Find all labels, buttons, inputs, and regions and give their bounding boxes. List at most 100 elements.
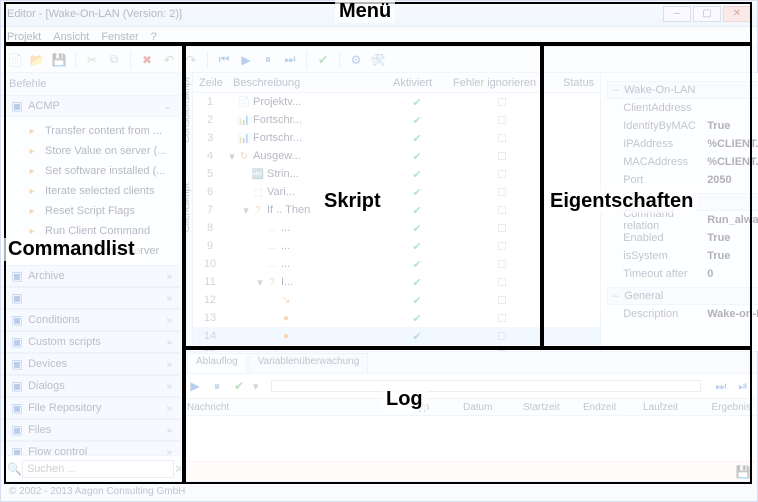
- col-zeile[interactable]: Zeile: [193, 77, 227, 89]
- log-col-datum[interactable]: Datum: [457, 402, 517, 413]
- cut-icon[interactable]: ✂: [84, 52, 100, 68]
- minimize-button[interactable]: –: [663, 6, 691, 22]
- script-row[interactable]: 14 ● ✔ ☐: [193, 327, 600, 345]
- menu-help[interactable]: ?: [151, 31, 157, 43]
- close-button[interactable]: ✕: [723, 6, 751, 22]
- tab-variablen[interactable]: Variablenüberwachung: [249, 353, 369, 373]
- script-row[interactable]: 7 ▾?If .. Then ✔ ☐: [193, 201, 600, 219]
- folder-icon: ▣: [9, 334, 25, 350]
- maximize-button[interactable]: ▢: [693, 6, 721, 22]
- tab-ablauflog[interactable]: Ablauflog: [187, 353, 247, 373]
- menu-ansicht[interactable]: Ansicht: [53, 31, 89, 43]
- accordion-head[interactable]: ▣ Files»: [1, 419, 180, 441]
- property-group[interactable]: –Wake-On-LAN: [607, 81, 758, 99]
- property-row[interactable]: MACAddress%CLIENT.MacAddre: [607, 153, 758, 171]
- property-row[interactable]: Command relationRun_always: [607, 211, 758, 229]
- log-check-icon[interactable]: ✔: [231, 378, 247, 394]
- search-icon: 🔍: [7, 461, 22, 477]
- new-icon[interactable]: 📄: [7, 52, 23, 68]
- accordion-head[interactable]: ▣ Flow control»: [1, 441, 180, 455]
- accordion-head[interactable]: ▣ Devices»: [1, 353, 180, 375]
- settings-icon[interactable]: 🛠: [370, 52, 386, 68]
- col-aktiviert[interactable]: Aktiviert: [387, 77, 447, 89]
- folder-icon: ▣: [9, 422, 25, 438]
- command-icon: ▸: [25, 224, 39, 238]
- property-row[interactable]: IdentityByMACTrue: [607, 117, 758, 135]
- property-row[interactable]: EnabledTrue: [607, 229, 758, 247]
- property-row[interactable]: DescriptionWake-on-LAN: [607, 305, 758, 323]
- accordion-head[interactable]: ▣ Conditions»: [1, 309, 180, 331]
- script-row[interactable]: 4 ▾↻Ausgew... ✔ ☐: [193, 147, 600, 165]
- search-input[interactable]: [22, 460, 174, 478]
- property-row[interactable]: Timeout after0: [607, 265, 758, 283]
- progress-bar: [271, 380, 701, 392]
- property-row[interactable]: ClientAddress: [607, 99, 758, 117]
- property-row[interactable]: IPAddress%CLIENT.PrimaryIP: [607, 135, 758, 153]
- undo-icon[interactable]: ↶: [161, 52, 177, 68]
- save-icon[interactable]: 💾: [51, 52, 67, 68]
- log-step-icon[interactable]: ⏭: [713, 378, 729, 394]
- command-item[interactable]: ▸Reset Script Flags: [1, 201, 180, 221]
- log-play-icon[interactable]: ▶: [187, 378, 203, 394]
- log-col-end[interactable]: Endzeit: [577, 402, 637, 413]
- script-row[interactable]: 1 📄Projektv... ✔ ☐: [193, 93, 600, 111]
- open-icon[interactable]: 📂: [29, 52, 45, 68]
- folder-icon: ▣: [9, 290, 25, 306]
- property-row[interactable]: Port2050: [607, 171, 758, 189]
- command-item[interactable]: ▸Set software installed (...: [1, 161, 180, 181]
- script-row[interactable]: 6 ⬚Vari... ✔ ☐: [193, 183, 600, 201]
- accordion-head[interactable]: ▣ »: [1, 287, 180, 309]
- script-row[interactable]: 12 ↘ ✔ ☐: [193, 291, 600, 309]
- folder-icon: ▣: [9, 400, 25, 416]
- script-row[interactable]: 3 📊Fortschr... ✔ ☐: [193, 129, 600, 147]
- script-row[interactable]: 5 🔤Strin... ✔ ☐: [193, 165, 600, 183]
- folder-icon: ▣: [9, 444, 25, 455]
- pause-icon[interactable]: ⏸: [260, 52, 276, 68]
- script-row[interactable]: 2 📊Fortschr... ✔ ☐: [193, 111, 600, 129]
- menu-fenster[interactable]: Fenster: [101, 31, 138, 43]
- property-row[interactable]: isSystemTrue: [607, 247, 758, 265]
- tab-consolenskript[interactable]: Consolenskript: [181, 77, 192, 143]
- step-back-icon[interactable]: ⏮: [216, 52, 232, 68]
- col-status[interactable]: Status: [557, 77, 600, 89]
- script-row[interactable]: 13 ● ✔ ☐: [193, 309, 600, 327]
- accordion-head[interactable]: ▣ Custom scripts»: [1, 331, 180, 353]
- log-col-nachricht[interactable]: Nachricht: [181, 402, 407, 413]
- accordion-head[interactable]: ▣ Dialogs»: [1, 375, 180, 397]
- command-icon: ▸: [25, 164, 39, 178]
- folder-icon: ▣: [9, 98, 25, 114]
- script-row[interactable]: 8 …... ✔ ☐: [193, 219, 600, 237]
- play-icon[interactable]: ▶: [238, 52, 254, 68]
- script-row[interactable]: 11 ▾?I... ✔ ☐: [193, 273, 600, 291]
- command-icon: ▸: [25, 184, 39, 198]
- redo-icon[interactable]: ↷: [183, 52, 199, 68]
- check-icon[interactable]: ✔: [315, 52, 331, 68]
- log-col-ergebnis[interactable]: Ergebnis: [697, 402, 757, 413]
- copy-icon[interactable]: ⧉: [106, 52, 122, 68]
- script-row[interactable]: 10 …... ✔ ☐: [193, 255, 600, 273]
- log-save-icon[interactable]: 💾: [735, 464, 751, 480]
- menu-projekt[interactable]: Projekt: [7, 31, 41, 43]
- overlay-skript: Skript: [320, 190, 385, 213]
- log-end-icon[interactable]: ⏯: [735, 378, 751, 394]
- log-col-lauf[interactable]: Laufzeit: [637, 402, 697, 413]
- accordion-head[interactable]: ▣ ACMP⌄: [1, 95, 180, 117]
- step-icon[interactable]: ⏭: [282, 52, 298, 68]
- tab-clientskript[interactable]: Clientskript: [181, 183, 192, 232]
- col-fehler[interactable]: Fehler ignorieren: [447, 77, 557, 89]
- accordion-head[interactable]: ▣ File Repository»: [1, 397, 180, 419]
- delete-icon[interactable]: ✖: [139, 52, 155, 68]
- script-row[interactable]: 9 …... ✔ ☐: [193, 237, 600, 255]
- col-beschreibung[interactable]: Beschreibung: [227, 77, 387, 89]
- folder-icon: ▣: [9, 378, 25, 394]
- gear-icon[interactable]: ⚙: [348, 52, 364, 68]
- command-item[interactable]: ▸Store Value on server (...: [1, 141, 180, 161]
- command-item[interactable]: ▸Iterate selected clients: [1, 181, 180, 201]
- command-item[interactable]: ▸Transfer content from ...: [1, 121, 180, 141]
- log-col-start[interactable]: Startzeit: [517, 402, 577, 413]
- accordion-head[interactable]: ▣ Archive»: [1, 265, 180, 287]
- window-title: Editor - [Wake-On-LAN (Version: 2)]: [7, 8, 661, 20]
- log-pause-icon[interactable]: ⏸: [209, 378, 225, 394]
- property-group[interactable]: –General: [607, 287, 758, 305]
- overlay-log: Log: [382, 388, 427, 411]
